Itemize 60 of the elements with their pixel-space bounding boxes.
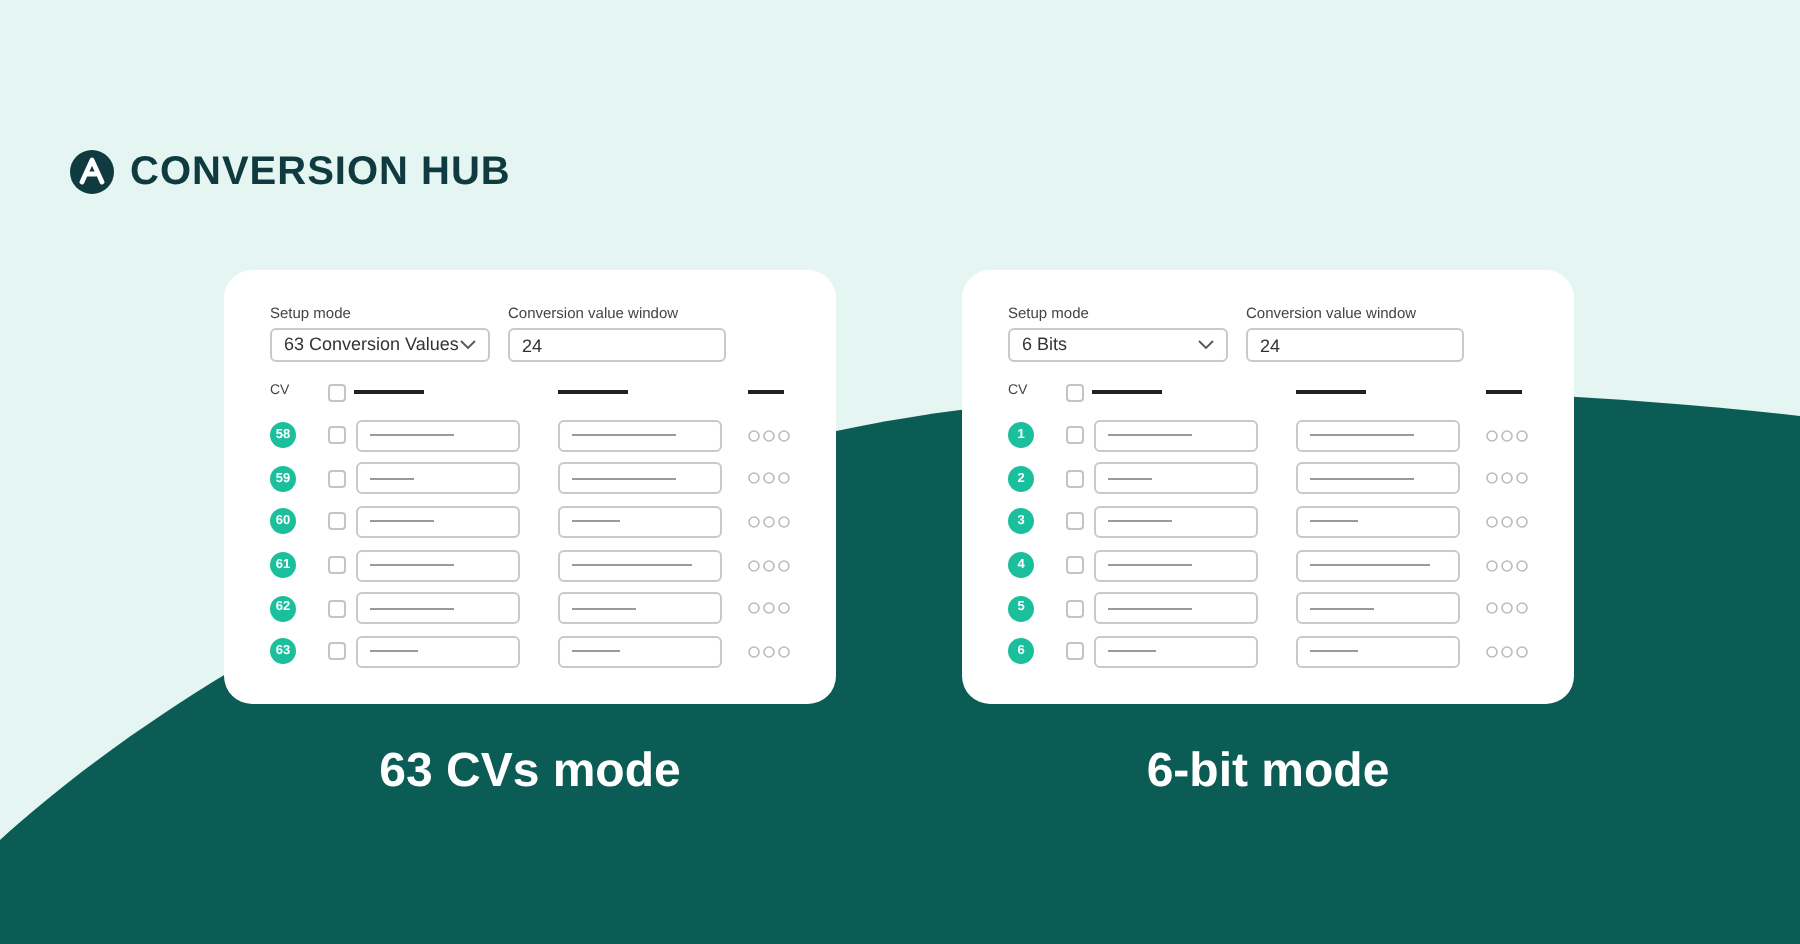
- more-icon[interactable]: [748, 472, 790, 485]
- input-field[interactable]: [356, 505, 520, 538]
- checkbox[interactable]: [1066, 383, 1084, 401]
- checkbox[interactable]: [328, 383, 346, 401]
- more-icon[interactable]: [1486, 559, 1528, 572]
- checkbox[interactable]: [1066, 426, 1084, 445]
- input-field[interactable]: [356, 635, 520, 668]
- checkbox[interactable]: [328, 469, 346, 488]
- checkbox[interactable]: [328, 599, 346, 618]
- more-icon[interactable]: [1486, 515, 1528, 528]
- more-icon[interactable]: [1486, 429, 1528, 442]
- checkbox[interactable]: [1066, 599, 1084, 618]
- input-field[interactable]: [1296, 592, 1460, 625]
- logo-icon: [70, 150, 114, 194]
- checkbox[interactable]: [328, 512, 346, 531]
- more-icon[interactable]: [748, 429, 790, 442]
- input-field[interactable]: [356, 549, 520, 582]
- setup-mode-dropdown[interactable]: 63 Conversion Values: [270, 328, 490, 362]
- mode-caption: 6-bit mode: [1146, 744, 1390, 798]
- input-field[interactable]: [1094, 549, 1258, 582]
- window-input-field[interactable]: 24: [1246, 328, 1464, 362]
- input-field[interactable]: [1296, 462, 1460, 495]
- input-field[interactable]: [1094, 505, 1258, 538]
- checkbox[interactable]: [1066, 469, 1084, 488]
- checkbox[interactable]: [328, 642, 346, 661]
- chevron-down-icon: [1198, 340, 1214, 350]
- input-field[interactable]: [558, 505, 722, 538]
- more-icon[interactable]: [748, 515, 790, 528]
- checkbox[interactable]: [1066, 512, 1084, 531]
- input-field[interactable]: [356, 419, 520, 452]
- brand-name: CONVERSION HUB: [130, 150, 511, 194]
- input-field[interactable]: [558, 419, 722, 452]
- checkbox[interactable]: [1066, 642, 1084, 661]
- input-field[interactable]: [1296, 635, 1460, 668]
- more-icon[interactable]: [1486, 645, 1528, 658]
- input-field[interactable]: [558, 592, 722, 625]
- input-field[interactable]: [1094, 419, 1258, 452]
- input-field[interactable]: [1296, 549, 1460, 582]
- input-field[interactable]: [1296, 505, 1460, 538]
- input-field[interactable]: [1094, 635, 1258, 668]
- input-field[interactable]: [558, 549, 722, 582]
- mode-caption: 63 CVs mode: [379, 744, 681, 798]
- input-field[interactable]: [558, 462, 722, 495]
- more-icon[interactable]: [1486, 602, 1528, 615]
- input-field[interactable]: [356, 592, 520, 625]
- more-icon[interactable]: [748, 559, 790, 572]
- input-field[interactable]: [1094, 462, 1258, 495]
- more-icon[interactable]: [748, 645, 790, 658]
- input-field[interactable]: [1296, 419, 1460, 452]
- more-icon[interactable]: [748, 602, 790, 615]
- more-icon[interactable]: [1486, 472, 1528, 485]
- chevron-down-icon: [460, 340, 476, 350]
- setup-mode-dropdown[interactable]: 6 Bits: [1008, 328, 1228, 362]
- window-input-field[interactable]: 24: [508, 328, 726, 362]
- checkbox[interactable]: [328, 426, 346, 445]
- input-field[interactable]: [1094, 592, 1258, 625]
- input-field[interactable]: [356, 462, 520, 495]
- input-field[interactable]: [558, 635, 722, 668]
- checkbox[interactable]: [328, 556, 346, 575]
- checkbox[interactable]: [1066, 556, 1084, 575]
